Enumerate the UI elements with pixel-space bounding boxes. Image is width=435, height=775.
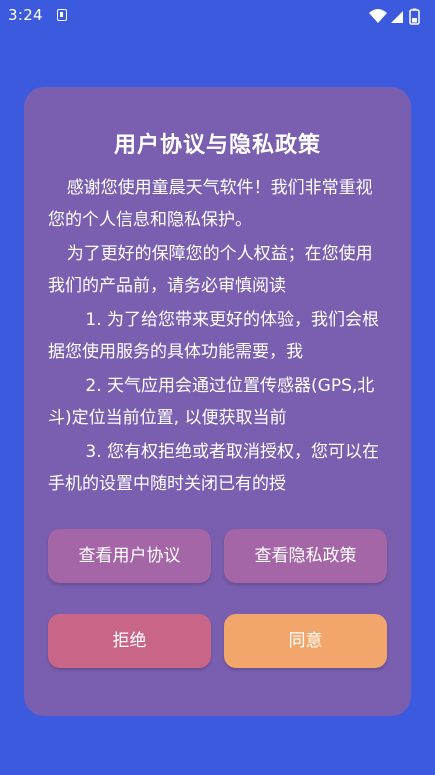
privacy-dialog: 用户协议与隐私政策 感谢您使用童晨天气软件！我们非常重视您的个人信息和隐私保护。… xyxy=(24,87,411,716)
battery-icon xyxy=(409,8,420,25)
status-bar: 3:24 xyxy=(0,0,435,32)
intro-paragraph: 感谢您使用童晨天气软件！我们非常重视您的个人信息和隐私保护。 xyxy=(48,178,373,230)
view-privacy-policy-button[interactable]: 查看隐私政策 xyxy=(224,529,387,583)
reject-button[interactable]: 拒绝 xyxy=(48,614,211,668)
policy-item-1: 1. 为了给您带来更好的体验，我们会根据您使用服务的具体功能需要，我 xyxy=(48,310,380,362)
status-time: 3:24 xyxy=(8,6,43,24)
notice-paragraph: 为了更好的保障您的个人权益；在您使用我们的产品前，请务必审慎阅读 xyxy=(48,244,373,296)
dialog-title: 用户协议与隐私政策 xyxy=(113,133,321,158)
signal-icon xyxy=(391,11,403,23)
policy-item-2: 2. 天气应用会通过位置传感器(GPS,北斗)定位当前位置, 以便获取当前 xyxy=(48,376,375,428)
notification-a-icon xyxy=(57,9,67,21)
status-icons xyxy=(369,6,421,26)
policy-item-3: 3. 您有权拒绝或者取消授权，您可以在手机的设置中随时关闭已有的授 xyxy=(48,442,380,494)
dialog-body-scroll[interactable]: 感谢您使用童晨天气软件！我们非常重视您的个人信息和隐私保护。 为了更好的保障您的… xyxy=(48,173,388,494)
view-user-agreement-button[interactable]: 查看用户协议 xyxy=(48,529,211,583)
agree-button[interactable]: 同意 xyxy=(224,614,387,668)
wifi-icon xyxy=(369,9,387,23)
